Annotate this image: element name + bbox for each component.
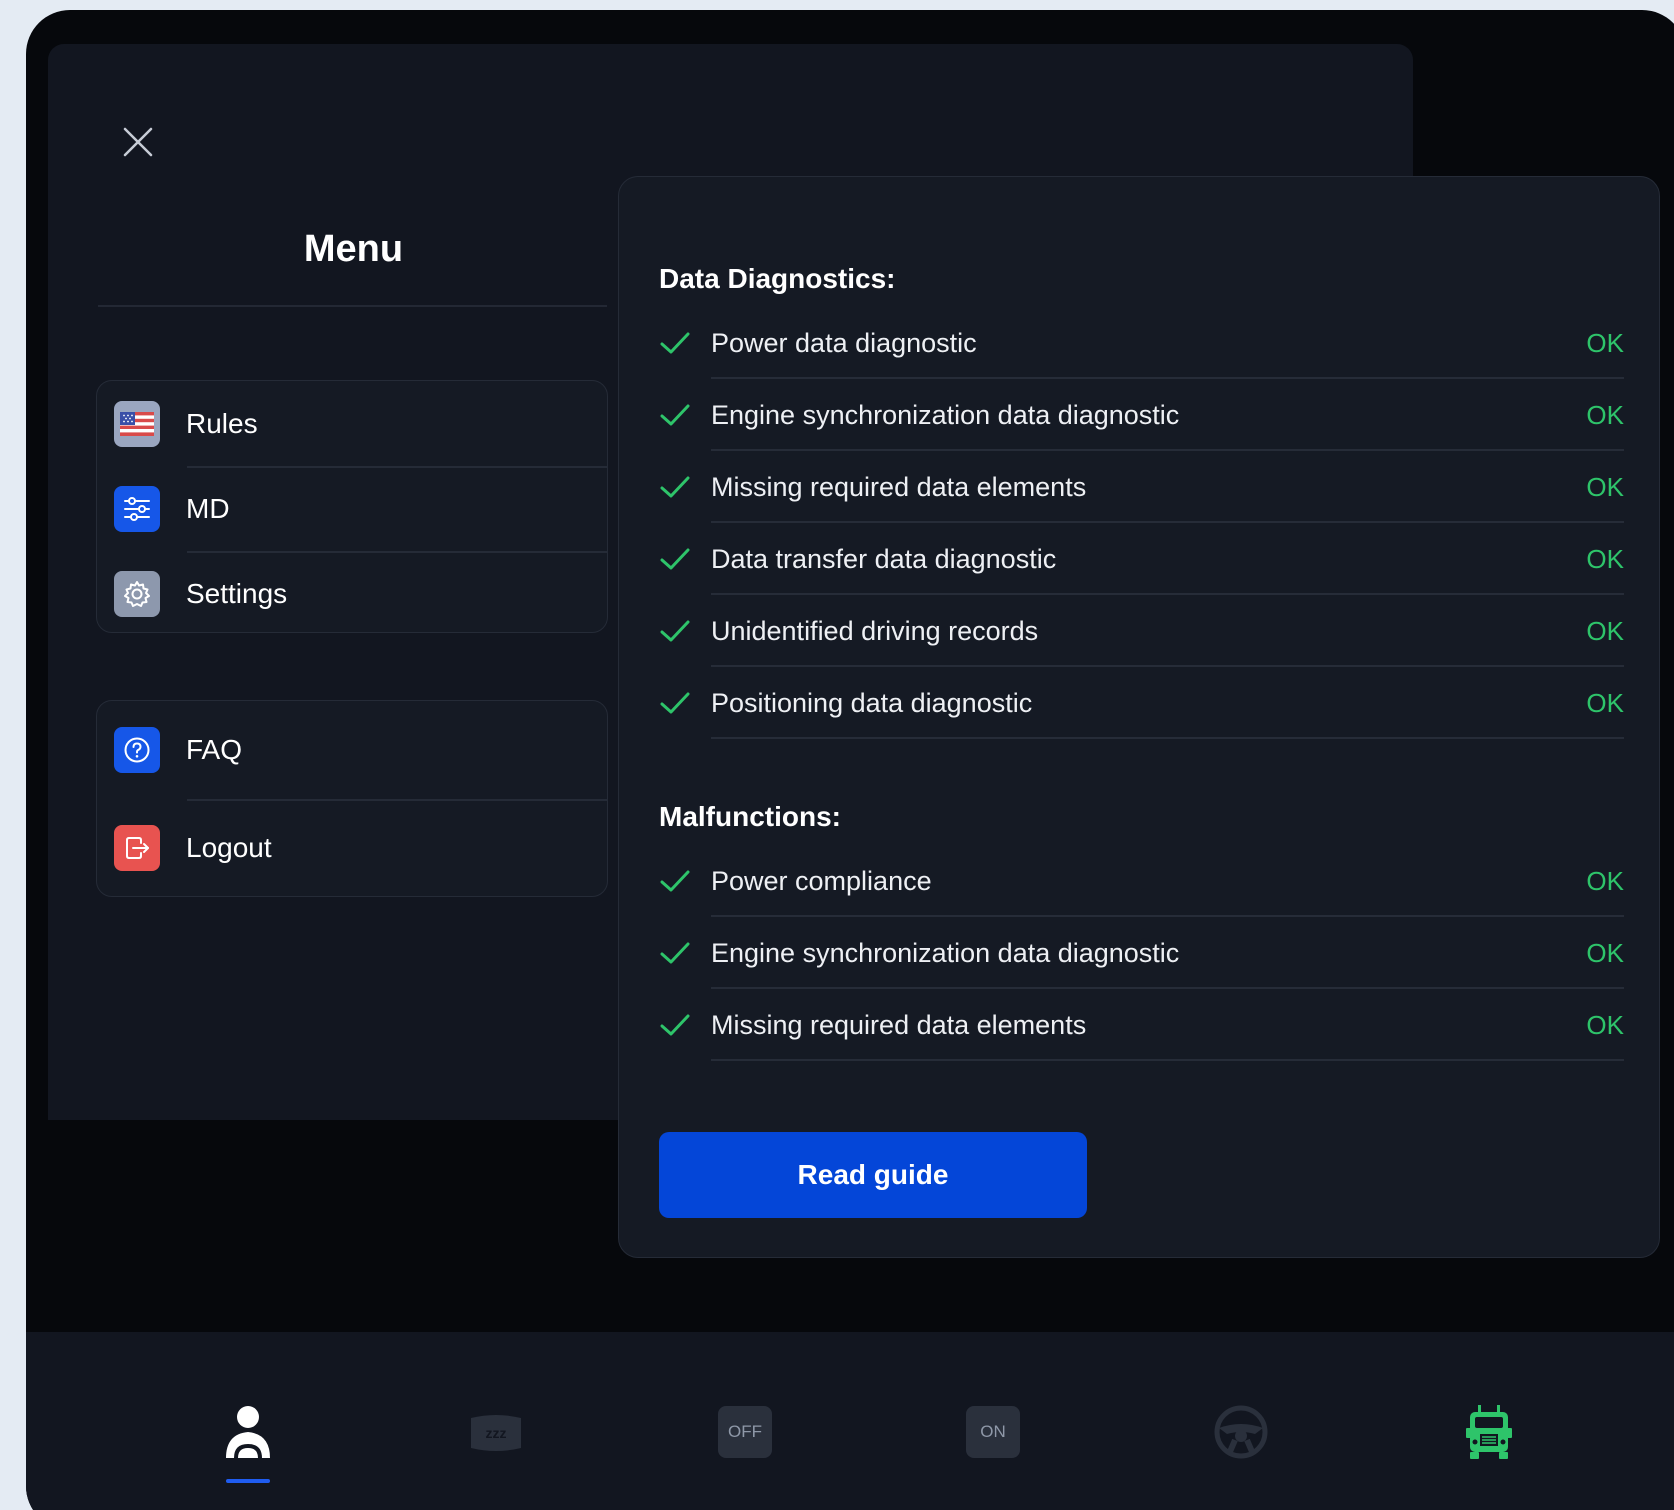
malfunction-status: OK xyxy=(1586,865,1624,896)
nav-driver[interactable] xyxy=(218,1402,278,1462)
diagnostic-status: OK xyxy=(1586,543,1624,574)
truck-icon xyxy=(1466,1405,1512,1459)
diagnostic-label: Unidentified driving records xyxy=(711,615,1039,646)
data-diagnostics-title: Data Diagnostics: xyxy=(659,263,896,294)
menu-divider xyxy=(98,305,607,307)
check-icon xyxy=(660,1014,690,1036)
bottom-nav: zzz OFF ON xyxy=(26,1332,1674,1510)
malfunction-row: Power compliance OK xyxy=(659,845,1624,917)
diagnostic-label: Missing required data elements xyxy=(711,471,1087,502)
diagnostic-row: Unidentified driving records OK xyxy=(659,595,1624,667)
check-icon xyxy=(660,404,690,426)
check-icon xyxy=(660,620,690,642)
check-icon xyxy=(660,332,690,354)
diagnostic-status: OK xyxy=(1586,615,1624,646)
diagnostic-row: Positioning data diagnostic OK xyxy=(659,667,1624,739)
diagnostic-label: Engine synchronization data diagnostic xyxy=(711,399,1180,430)
on-duty-icon: ON xyxy=(966,1406,1020,1458)
sleeper-icon: zzz xyxy=(471,1415,521,1451)
off-duty-icon: OFF xyxy=(718,1406,772,1458)
diagnostic-status: OK xyxy=(1586,471,1624,502)
diagnostics-panel: Data Diagnostics: Power data diagnostic … xyxy=(618,176,1660,1258)
menu-item-settings[interactable]: Settings xyxy=(97,551,607,632)
diagnostic-row: Power data diagnostic OK xyxy=(659,307,1624,379)
active-tab-indicator xyxy=(226,1479,270,1483)
diagnostic-row: Engine synchronization data diagnostic O… xyxy=(659,379,1624,451)
menu-title: Menu xyxy=(303,228,404,270)
malfunction-status: OK xyxy=(1586,1009,1624,1040)
menu-item-label: Settings xyxy=(186,577,288,609)
menu-card-support: FAQ Logout xyxy=(96,700,608,897)
malfunction-label: Missing required data elements xyxy=(711,1009,1087,1040)
sliders-icon xyxy=(114,485,160,532)
diagnostic-label: Power data diagnostic xyxy=(711,327,977,358)
read-guide-button[interactable]: Read guide xyxy=(659,1132,1087,1218)
menu-card-main: Rules MD Settings xyxy=(96,380,608,633)
check-icon xyxy=(660,692,690,714)
nav-off-duty[interactable]: OFF xyxy=(715,1402,775,1462)
menu-item-rules[interactable]: Rules xyxy=(97,381,607,466)
nav-vehicle[interactable] xyxy=(1459,1402,1519,1462)
svg-text:zzz: zzz xyxy=(486,1425,507,1441)
diagnostic-row: Missing required data elements OK xyxy=(659,451,1624,523)
menu-item-md[interactable]: MD xyxy=(97,466,607,551)
check-icon xyxy=(660,870,690,892)
diagnostic-label: Data transfer data diagnostic xyxy=(711,543,1057,574)
malfunction-label: Power compliance xyxy=(711,865,932,896)
malfunction-label: Engine synchronization data diagnostic xyxy=(711,937,1180,968)
malfunction-row: Engine synchronization data diagnostic O… xyxy=(659,917,1624,989)
nav-on-duty[interactable]: ON xyxy=(963,1402,1023,1462)
diagnostic-status: OK xyxy=(1586,687,1624,718)
diagnostic-status: OK xyxy=(1586,327,1624,358)
gear-icon xyxy=(114,570,160,617)
check-icon xyxy=(660,942,690,964)
menu-item-label: Rules xyxy=(186,407,258,439)
us-flag-icon xyxy=(114,400,160,447)
nav-driving[interactable] xyxy=(1211,1402,1271,1462)
close-icon[interactable] xyxy=(118,122,158,162)
check-icon xyxy=(660,476,690,498)
steering-wheel-icon xyxy=(1214,1405,1268,1459)
malfunctions-title: Malfunctions: xyxy=(659,801,841,832)
nav-sleeper[interactable]: zzz xyxy=(466,1402,526,1462)
malfunction-row: Missing required data elements OK xyxy=(659,989,1624,1061)
device-frame: Menu Rules MD Settings FAQ Logout Data D… xyxy=(26,10,1674,1510)
menu-item-label: MD xyxy=(186,492,230,524)
diagnostic-row: Data transfer data diagnostic OK xyxy=(659,523,1624,595)
diagnostic-status: OK xyxy=(1586,399,1624,430)
menu-item-faq[interactable]: FAQ xyxy=(97,701,607,799)
driver-icon xyxy=(226,1406,270,1459)
diagnostic-label: Positioning data diagnostic xyxy=(711,687,1033,718)
menu-item-label: FAQ xyxy=(186,734,243,765)
malfunction-status: OK xyxy=(1586,937,1624,968)
menu-item-label: Logout xyxy=(186,832,272,863)
menu-item-logout[interactable]: Logout xyxy=(97,799,607,896)
logout-icon xyxy=(114,825,160,871)
question-icon xyxy=(114,727,160,773)
check-icon xyxy=(660,548,690,570)
